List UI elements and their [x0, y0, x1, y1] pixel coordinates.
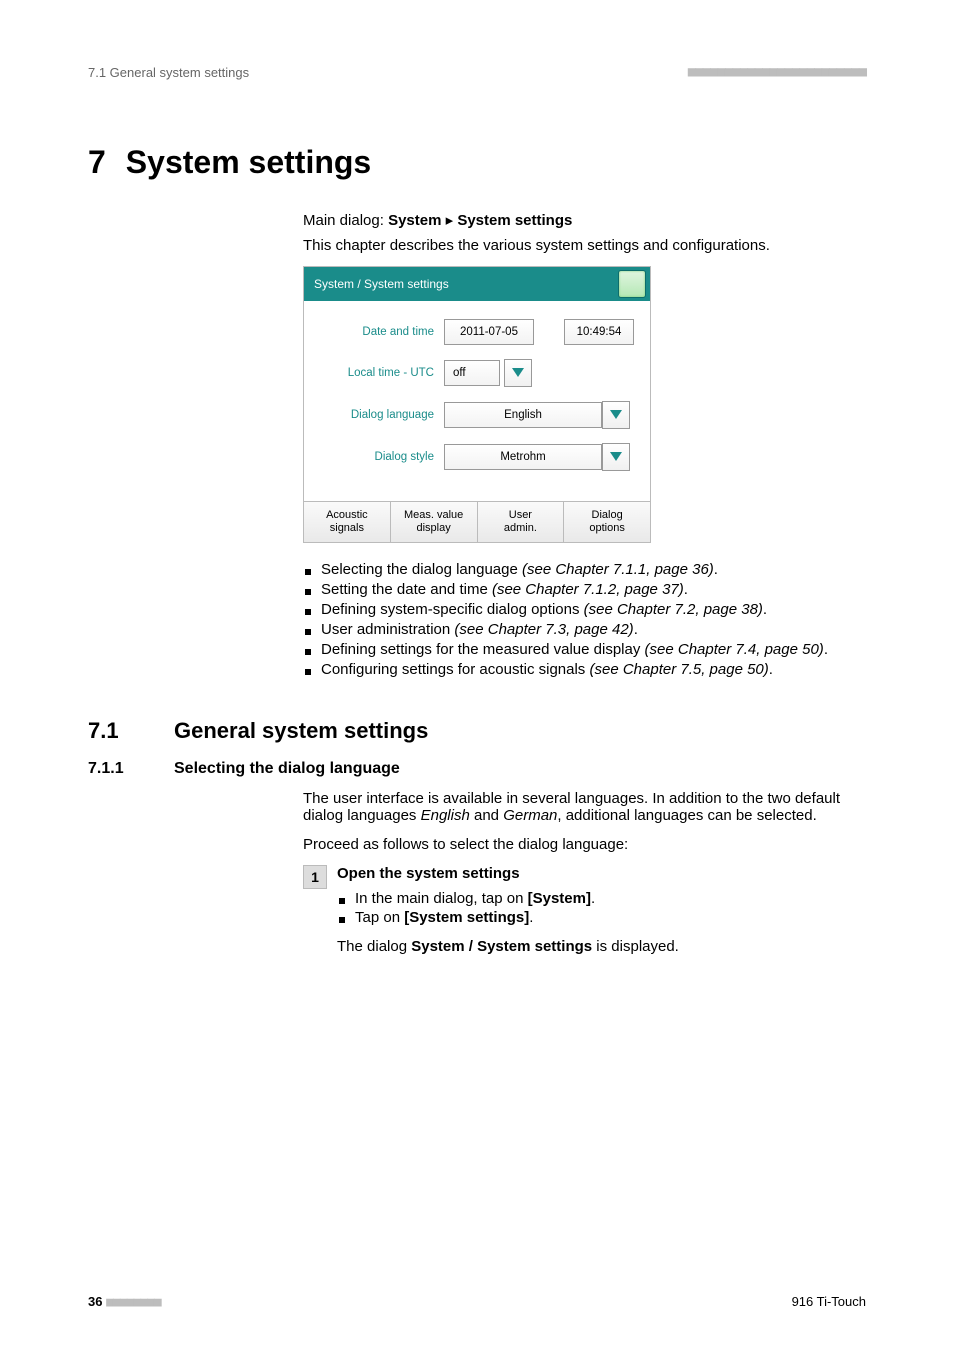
utc-value[interactable]: off	[444, 360, 500, 386]
dialog-style-value[interactable]: Metrohm	[444, 444, 602, 470]
list-item: In the main dialog, tap on [System].	[355, 890, 679, 907]
page-footer: 36 ■■■■■■■■ 916 Ti-Touch	[88, 1294, 866, 1310]
time-field[interactable]: 10:49:54	[564, 319, 634, 345]
page-number: 36	[88, 1294, 102, 1309]
main-dialog-path: Main dialog: System ▸ System settings	[303, 211, 866, 229]
main-dialog-system: System	[388, 212, 441, 229]
section-heading: 7.1General system settings	[88, 718, 866, 744]
subsection-number: 7.1.1	[88, 760, 174, 778]
dropdown-arrow-icon[interactable]	[602, 401, 630, 429]
triangle-right-icon: ▸	[446, 212, 454, 229]
date-field[interactable]: 2011-07-05	[444, 319, 534, 345]
header-dashes: ■■■■■■■■■■■■■■■■■■■■■■■■	[688, 64, 866, 80]
paragraph: Proceed as follows to select the dialog …	[303, 836, 866, 853]
dialog-style-label: Dialog style	[314, 451, 444, 463]
intro-paragraph: This chapter describes the various syste…	[303, 237, 866, 254]
section-title: General system settings	[174, 718, 428, 743]
main-dialog-prefix: Main dialog:	[303, 212, 384, 229]
list-item: User administration (see Chapter 7.3, pa…	[321, 621, 866, 638]
procedure-step: 1 Open the system settings In the main d…	[303, 865, 866, 955]
home-icon[interactable]	[618, 270, 646, 298]
meas-value-display-button[interactable]: Meas. valuedisplay	[391, 502, 478, 542]
step-title: Open the system settings	[337, 865, 679, 882]
system-settings-screenshot: System / System settings Date and time 2…	[303, 266, 651, 543]
step-number: 1	[303, 865, 327, 889]
product-model: 916 Ti-Touch	[792, 1294, 866, 1310]
list-item: Tap on [System settings].	[355, 909, 679, 926]
dialog-options-button[interactable]: Dialogoptions	[564, 502, 650, 542]
paragraph: The user interface is available in sever…	[303, 790, 866, 824]
dialog-language-value[interactable]: English	[444, 402, 602, 428]
subsection-title: Selecting the dialog language	[174, 760, 400, 777]
list-item: Selecting the dialog language (see Chapt…	[321, 561, 866, 578]
header-section-label: 7.1 General system settings	[88, 65, 249, 80]
chapter-heading: 7 System settings	[88, 144, 866, 181]
screenshot-titlebar: System / System settings	[304, 267, 650, 301]
list-item: Setting the date and time (see Chapter 7…	[321, 581, 866, 598]
dropdown-arrow-icon[interactable]	[602, 443, 630, 471]
screenshot-title: System / System settings	[314, 277, 449, 291]
chapter-title: System settings	[126, 144, 371, 180]
date-time-label: Date and time	[314, 326, 444, 338]
list-item: Defining system-specific dialog options …	[321, 601, 866, 618]
dropdown-arrow-icon[interactable]	[504, 359, 532, 387]
user-admin-button[interactable]: Useradmin.	[478, 502, 565, 542]
dialog-language-label: Dialog language	[314, 409, 444, 421]
section-number: 7.1	[88, 718, 174, 744]
footer-dashes: ■■■■■■■■	[106, 1295, 161, 1310]
acoustic-signals-button[interactable]: Acousticsignals	[304, 502, 391, 542]
running-header: 7.1 General system settings ■■■■■■■■■■■■…	[88, 64, 866, 80]
list-item: Configuring settings for acoustic signal…	[321, 661, 866, 678]
capabilities-list: Selecting the dialog language (see Chapt…	[303, 561, 866, 678]
step-result: The dialog System / System settings is d…	[337, 938, 679, 955]
list-item: Defining settings for the measured value…	[321, 641, 866, 658]
main-dialog-settings: System settings	[457, 212, 572, 229]
utc-label: Local time - UTC	[314, 367, 444, 379]
subsection-heading: 7.1.1Selecting the dialog language	[88, 760, 866, 778]
chapter-number: 7	[88, 144, 106, 180]
